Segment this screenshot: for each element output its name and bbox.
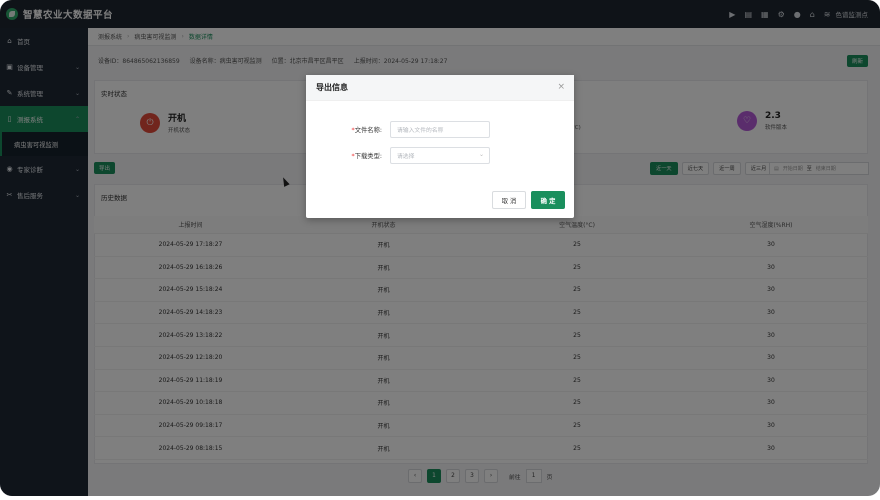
filename-label: *文件名称: [351,127,382,134]
chevron-down-icon: ⌄ [478,151,484,158]
cancel-button[interactable]: 取 消 [492,191,526,209]
confirm-button[interactable]: 确 定 [531,191,565,209]
download-type-row: *下载类型: 请选择 ⌄ [306,147,490,164]
export-dialog: 导出信息 × *文件名称: 请输入文件的名称 *下载类型: 请选择 ⌄ 取 消 … [306,75,574,218]
dialog-title: 导出信息 [306,75,574,101]
filename-row: *文件名称: 请输入文件的名称 [306,121,490,138]
download-type-select[interactable]: 请选择 ⌄ [390,147,490,164]
download-type-label: *下载类型: [351,153,382,160]
download-type-placeholder: 请选择 [397,154,415,160]
filename-input[interactable]: 请输入文件的名称 [390,121,490,138]
close-icon[interactable]: × [557,82,565,92]
app-window: 智慧农业大数据平台 ▶ ▤ ▦ ⚙ ● ⌂ ≋ 色谱监测点 ⌂ 首页 ▣ 设备管… [0,0,880,496]
